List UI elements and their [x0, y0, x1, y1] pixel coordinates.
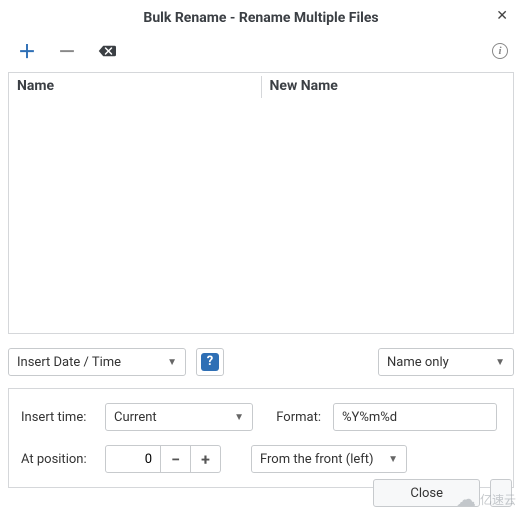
position-input[interactable] — [105, 445, 161, 473]
toolbar: ＋ － i — [0, 36, 522, 66]
window-title: Bulk Rename - Rename Multiple Files — [143, 10, 378, 26]
insert-time-select[interactable]: Current ▼ — [105, 403, 253, 431]
format-input[interactable] — [333, 403, 497, 431]
insert-time-value: Current — [114, 410, 228, 425]
format-label: Format: — [265, 410, 321, 425]
chevron-down-icon: ▼ — [234, 412, 244, 423]
direction-value: From the front (left) — [260, 452, 382, 467]
secondary-button[interactable] — [490, 479, 512, 507]
position-increment[interactable]: + — [191, 445, 221, 473]
close-button[interactable]: Close — [373, 479, 480, 507]
clear-list-button[interactable] — [98, 42, 116, 60]
column-header-name[interactable]: Name — [9, 73, 261, 101]
apply-to-select[interactable]: Name only ▼ — [378, 348, 514, 376]
remove-files-button[interactable]: － — [58, 42, 76, 60]
rename-mode-value: Insert Date / Time — [17, 355, 161, 370]
help-button[interactable]: ? — [196, 348, 224, 376]
apply-to-value: Name only — [387, 355, 489, 370]
info-icon[interactable]: i — [492, 43, 508, 59]
insert-time-label: Insert time: — [21, 410, 93, 425]
position-stepper: − + — [105, 445, 221, 473]
column-header-new-name[interactable]: New Name — [262, 73, 514, 101]
chevron-down-icon: ▼ — [495, 357, 505, 368]
close-icon[interactable]: ✕ — [490, 6, 514, 26]
options-panel: Insert time: Current ▼ Format: At positi… — [8, 388, 514, 488]
chevron-down-icon: ▼ — [388, 454, 398, 465]
file-list: Name New Name — [8, 72, 514, 334]
rename-mode-select[interactable]: Insert Date / Time ▼ — [8, 348, 186, 376]
question-icon: ? — [201, 353, 219, 371]
at-position-label: At position: — [21, 452, 93, 467]
add-files-button[interactable]: ＋ — [18, 42, 36, 60]
direction-select[interactable]: From the front (left) ▼ — [251, 445, 407, 473]
chevron-down-icon: ▼ — [167, 357, 177, 368]
position-decrement[interactable]: − — [161, 445, 191, 473]
